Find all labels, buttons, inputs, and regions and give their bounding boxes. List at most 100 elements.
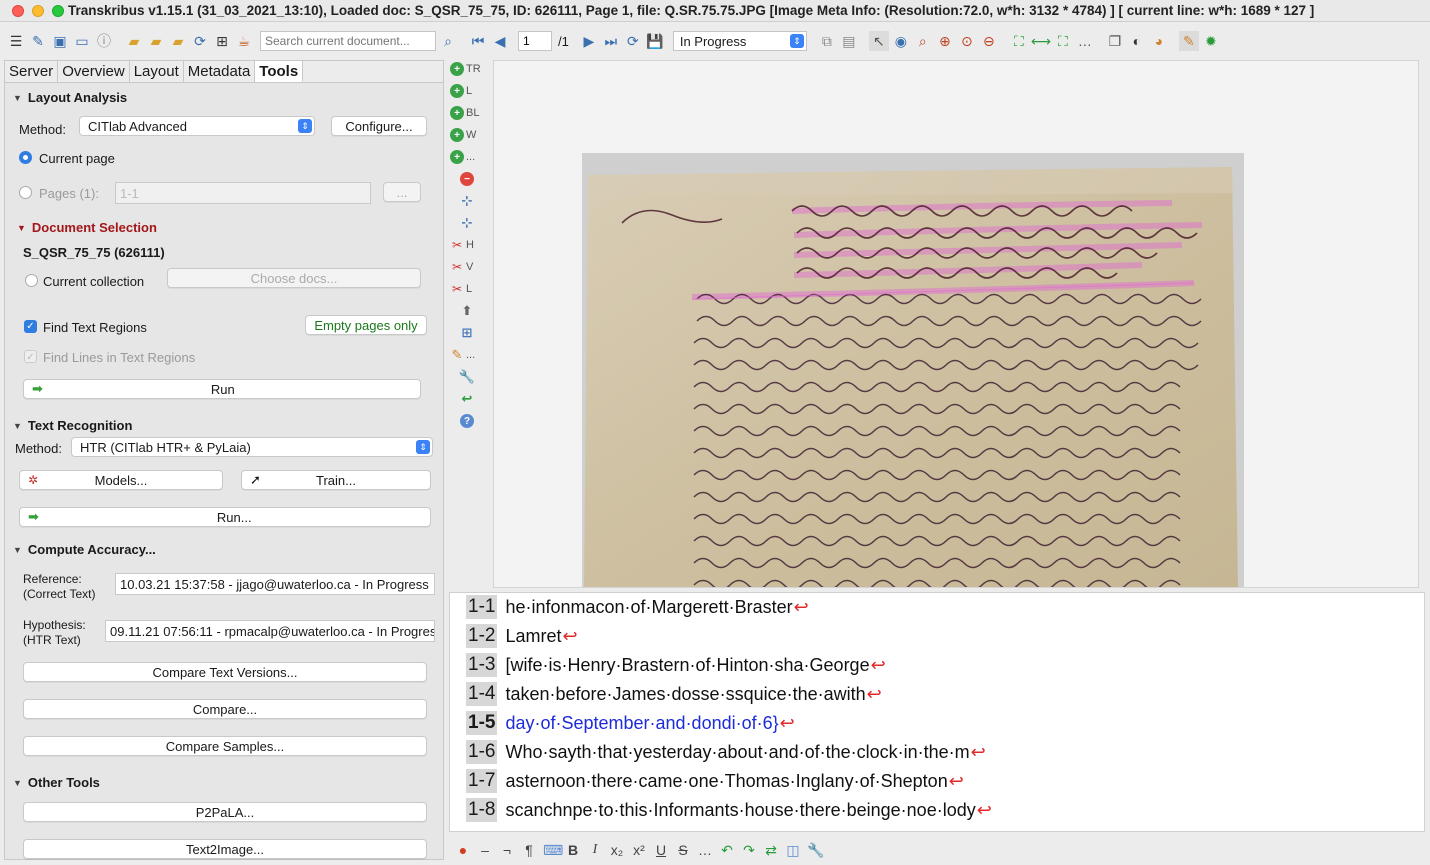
remove-shape-tool[interactable]: − bbox=[460, 172, 474, 186]
compare-text-versions-button[interactable]: Compare Text Versions... bbox=[23, 662, 427, 682]
find-text-regions-checkbox[interactable]: ✓ bbox=[24, 320, 37, 333]
reference-field[interactable]: 10.03.21 15:37:58 - jjago@uwaterloo.ca -… bbox=[115, 573, 435, 595]
export-folder-icon[interactable]: ▰ bbox=[168, 31, 188, 51]
page-icon[interactable]: ▤ bbox=[839, 31, 859, 51]
transcription-line[interactable]: 1-7 asternoon·there·came·one·Thomas·Ingl… bbox=[466, 768, 964, 794]
line-text[interactable]: Who·sayth·that·yesterday·about·and·of·th… bbox=[505, 742, 969, 763]
current-collection-radio[interactable] bbox=[25, 274, 38, 287]
zoom-window-button[interactable] bbox=[52, 4, 64, 17]
remove-point-tool[interactable]: ⊹ bbox=[460, 215, 474, 230]
swap-icon[interactable]: ⇄ bbox=[763, 842, 779, 859]
transcription-line[interactable]: 1-3 [wife·is·Henry·Brastern·of·Hinton·sh… bbox=[466, 652, 886, 678]
add-point-tool[interactable]: ⊹ bbox=[460, 193, 474, 208]
monitor-icon[interactable]: ▭ bbox=[72, 31, 92, 51]
next-page-icon[interactable]: ▶ bbox=[579, 31, 599, 51]
settings-wrench-icon[interactable]: 🔧 bbox=[807, 842, 824, 859]
la-method-select[interactable]: CITlab Advanced ⇕ bbox=[79, 116, 315, 136]
zoom-in-icon[interactable]: ⊕ bbox=[935, 31, 955, 51]
keyboard-icon[interactable]: ⌨ bbox=[543, 842, 563, 859]
transcription-editor[interactable]: 1-1 he·infonmacon·of·Margerett·Braster ↩… bbox=[449, 592, 1425, 832]
zoom-region-icon[interactable]: ⌕ bbox=[913, 31, 933, 51]
zoom-out-icon[interactable]: ⊖ bbox=[979, 31, 999, 51]
underline-icon[interactable]: U bbox=[653, 842, 669, 858]
recognition-run-button[interactable]: ➡ Run... bbox=[19, 507, 431, 527]
layout-run-button[interactable]: ➡ Run bbox=[23, 379, 421, 399]
page-number-input[interactable] bbox=[518, 31, 552, 51]
models-button[interactable]: ✲ Models... bbox=[19, 470, 223, 490]
contrast-icon[interactable]: ◐ bbox=[1127, 31, 1147, 51]
merge-tool[interactable]: ⬆ bbox=[460, 303, 474, 318]
transcription-line[interactable]: 1-1 he·infonmacon·of·Margerett·Braster ↩ bbox=[466, 594, 809, 620]
tab-server[interactable]: Server bbox=[5, 61, 59, 82]
info-icon[interactable]: ⓘ bbox=[94, 31, 114, 51]
transcription-line[interactable]: 1-2 Lamret ↩ bbox=[466, 623, 578, 649]
add-more-tool[interactable]: +... bbox=[450, 150, 475, 164]
import-folder-icon[interactable]: ▰ bbox=[146, 31, 166, 51]
bold-icon[interactable]: B bbox=[565, 842, 581, 858]
hypothesis-field[interactable]: 09.11.21 07:56:11 - rpmacalp@uwaterloo.c… bbox=[105, 620, 435, 642]
pages-radio[interactable] bbox=[19, 186, 32, 199]
compare-samples-button[interactable]: Compare Samples... bbox=[23, 736, 427, 756]
undo-tool[interactable]: ↩ bbox=[460, 391, 474, 406]
document-canvas[interactable] bbox=[493, 60, 1419, 588]
other-tools-header[interactable]: ▼ Other Tools bbox=[13, 775, 100, 790]
add-line-tool[interactable]: + L bbox=[450, 84, 472, 98]
eye-icon[interactable]: ◉ bbox=[891, 31, 911, 51]
record-icon[interactable]: ● bbox=[455, 842, 471, 858]
edit-more-tool[interactable]: ✎... bbox=[450, 347, 476, 362]
line-text[interactable]: [wife·is·Henry·Brastern·of·Hinton·sha·Ge… bbox=[505, 655, 869, 676]
line-text[interactable]: he·infonmacon·of·Margerett·Braster bbox=[505, 597, 792, 618]
pages-input[interactable]: 1-1 bbox=[115, 182, 371, 204]
save-icon[interactable]: 💾 bbox=[645, 31, 665, 51]
tab-tools[interactable]: Tools bbox=[255, 61, 304, 82]
minimize-window-button[interactable] bbox=[32, 4, 44, 17]
choose-docs-button[interactable]: Choose docs... bbox=[167, 268, 421, 288]
view-icon[interactable]: ▣ bbox=[50, 31, 70, 51]
empty-pages-only-button[interactable]: Empty pages only bbox=[305, 315, 427, 335]
transcription-line-current[interactable]: 1-5 day·of·September·and·dondi·of·6} ↩ bbox=[466, 710, 795, 736]
document-selection-header[interactable]: ▼ Document Selection bbox=[17, 220, 157, 235]
not-sign-icon[interactable]: ¬ bbox=[499, 842, 515, 858]
help-tool[interactable]: ? bbox=[460, 414, 474, 428]
layers-icon[interactable]: ❐ bbox=[1105, 31, 1125, 51]
strikethrough-icon[interactable]: S bbox=[675, 842, 691, 858]
pages-picker-button[interactable]: ... bbox=[383, 182, 421, 202]
add-word-tool[interactable]: + W bbox=[450, 128, 476, 142]
redo-icon[interactable]: ↷ bbox=[741, 842, 757, 859]
line-text[interactable]: day·of·September·and·dondi·of·6} bbox=[505, 713, 778, 734]
train-button[interactable]: ➚ Train... bbox=[241, 470, 431, 490]
pen-icon[interactable]: ✎ bbox=[28, 31, 48, 51]
menu-icon[interactable]: ☰ bbox=[6, 31, 26, 51]
current-page-radio[interactable] bbox=[19, 151, 32, 164]
add-baseline-tool[interactable]: + BL bbox=[450, 106, 479, 120]
line-text[interactable]: scanchnpe·to·this·Informants·house·there… bbox=[505, 800, 975, 821]
transcription-line[interactable]: 1-6 Who·sayth·that·yesterday·about·and·o… bbox=[466, 739, 986, 765]
tab-overview[interactable]: Overview bbox=[58, 61, 130, 82]
table-tool[interactable]: ⊞ bbox=[460, 325, 474, 340]
edit-text-icon[interactable]: ✎ bbox=[1178, 31, 1199, 51]
layout-toggle-icon[interactable]: ◫ bbox=[785, 842, 801, 859]
bug-icon[interactable]: ✹ bbox=[1201, 31, 1221, 51]
fit-height-icon[interactable]: ⛶ bbox=[1053, 31, 1073, 51]
sync-icon[interactable]: ⟳ bbox=[190, 31, 210, 51]
search-input[interactable] bbox=[260, 31, 436, 51]
first-page-icon[interactable]: ⏮ bbox=[468, 31, 488, 51]
open-folder-icon[interactable]: ▰ bbox=[124, 31, 144, 51]
wrench-tool[interactable]: 🔧 bbox=[459, 369, 475, 384]
line-text[interactable]: Lamret bbox=[505, 626, 561, 647]
split-horizontal-tool[interactable]: ✂ H bbox=[450, 238, 474, 252]
cup-icon[interactable]: ☕ bbox=[234, 31, 254, 51]
line-text[interactable]: asternoon·there·came·one·Thomas·Inglany·… bbox=[505, 771, 947, 792]
close-window-button[interactable] bbox=[12, 4, 24, 17]
zoom-fit-icon[interactable]: ⊙ bbox=[957, 31, 977, 51]
text2image-button[interactable]: Text2Image... bbox=[23, 839, 427, 859]
fit-page-icon[interactable]: ⛶ bbox=[1009, 31, 1029, 51]
server-icon[interactable]: ⊞ bbox=[212, 31, 232, 51]
paragraph-icon[interactable]: ¶ bbox=[521, 842, 537, 858]
line-text[interactable]: taken·before·James·dosse·ssquice·the·awi… bbox=[505, 684, 865, 705]
tr-method-select[interactable]: HTR (CITlab HTR+ & PyLaia) ⇕ bbox=[71, 437, 433, 457]
last-page-icon[interactable]: ⏭ bbox=[601, 31, 621, 51]
p2pala-button[interactable]: P2PaLA... bbox=[23, 802, 427, 822]
find-lines-checkbox[interactable]: ✓ bbox=[24, 350, 37, 363]
configure-button[interactable]: Configure... bbox=[331, 116, 427, 136]
